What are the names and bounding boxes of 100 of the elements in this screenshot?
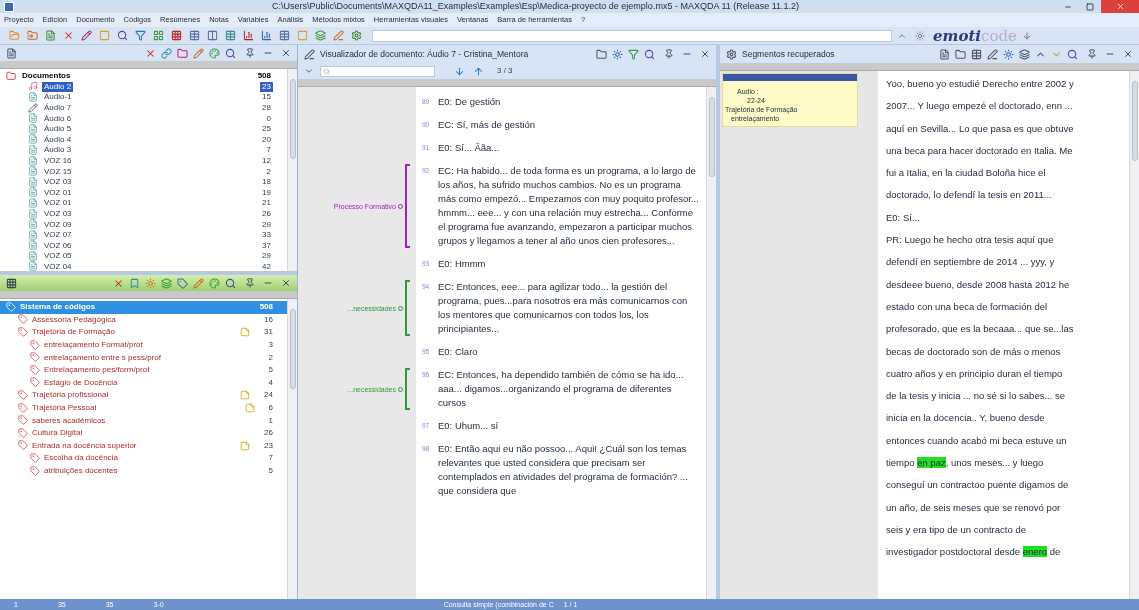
code-bracket[interactable] bbox=[405, 280, 410, 336]
count-label: 29 bbox=[261, 251, 272, 262]
memo-icon[interactable] bbox=[240, 440, 251, 451]
palette-icon[interactable] bbox=[206, 275, 222, 291]
palette-icon[interactable] bbox=[206, 45, 222, 61]
pencil-icon[interactable] bbox=[190, 275, 206, 291]
count-label: 19 bbox=[261, 187, 272, 198]
code-item[interactable]: entrelaçamento entre s pess/prof bbox=[44, 352, 161, 363]
sun-icon[interactable] bbox=[142, 275, 158, 291]
code-bracket[interactable] bbox=[405, 164, 410, 248]
layers-icon[interactable] bbox=[312, 27, 328, 44]
tree-item[interactable]: Documentos bbox=[20, 71, 73, 82]
tree-item[interactable]: VOZ 03 bbox=[42, 209, 74, 219]
tag-icon bbox=[18, 402, 29, 414]
tree-row[interactable]: entrelaçamento entre s pess/prof 2 bbox=[0, 351, 287, 364]
count-label: 7 bbox=[268, 453, 273, 464]
tree-item[interactable]: VOZ 03 bbox=[42, 177, 74, 188]
tree-row[interactable]: atribuições docentes 5 bbox=[0, 464, 287, 478]
code-item[interactable]: atribuições docentes bbox=[44, 466, 118, 476]
tree-item[interactable]: Audio 2 bbox=[42, 81, 74, 92]
memo-icon[interactable] bbox=[244, 403, 255, 414]
count-label: 15 bbox=[261, 92, 272, 103]
toolbar-field[interactable] bbox=[372, 29, 892, 42]
tree-item[interactable]: Áudio-1 bbox=[42, 92, 74, 103]
code-bracket[interactable] bbox=[405, 368, 410, 410]
tree-item[interactable]: VOZ 06 bbox=[42, 240, 74, 251]
scrollbar[interactable] bbox=[287, 299, 297, 599]
tree-row[interactable]: Assessoria Pedagógica 16 bbox=[0, 313, 287, 327]
code-item[interactable]: entrelaçamento Format/prof bbox=[44, 340, 143, 351]
sun-icon[interactable] bbox=[1000, 46, 1016, 62]
tree-row[interactable]: Trajetória Pessoal 6 bbox=[0, 401, 287, 415]
tree-item[interactable]: VOZ 05 bbox=[42, 251, 74, 262]
memo-icon[interactable] bbox=[240, 327, 251, 338]
tree-item[interactable]: Áudio 7 bbox=[42, 103, 74, 114]
code-item[interactable]: Trajetória de Formação bbox=[32, 327, 115, 338]
pencil-icon[interactable] bbox=[190, 45, 206, 61]
tree-item[interactable]: Áudio 4 bbox=[42, 134, 74, 145]
layers-icon[interactable] bbox=[158, 275, 174, 291]
count-label: 16 bbox=[264, 314, 273, 325]
text-line: conseguí un contractoo puente digamos de bbox=[886, 478, 1070, 493]
paragraph-text: E0: Hmmm bbox=[438, 257, 487, 271]
folder-icon bbox=[6, 70, 17, 82]
tag-icon bbox=[18, 440, 29, 452]
code-item[interactable]: saberes académicos bbox=[32, 415, 106, 426]
code-item[interactable]: Cultura Digital bbox=[32, 428, 83, 439]
hit-counter: 3 / 3 bbox=[497, 66, 513, 76]
app-icon bbox=[4, 1, 14, 12]
tree-item[interactable]: Áudio 6 bbox=[42, 113, 74, 124]
layers-icon[interactable] bbox=[1016, 46, 1032, 62]
sun-icon[interactable] bbox=[609, 46, 625, 62]
memo-icon[interactable] bbox=[240, 390, 251, 401]
text-line: defendí en septiembre de 2014 ... yyy, y bbox=[886, 255, 1056, 270]
count-label: 5 bbox=[268, 365, 273, 376]
count-label: 1 bbox=[268, 415, 273, 426]
count-label: 31 bbox=[264, 327, 273, 338]
tree-row[interactable]: Trajetória de Formação 31 bbox=[0, 326, 287, 339]
tag-icon[interactable] bbox=[174, 275, 190, 291]
code-item[interactable]: Escolha da docência bbox=[44, 453, 118, 464]
text-line: doctorado, lo defendí la tesis en 2011... bbox=[886, 188, 1053, 203]
tree-item[interactable]: VOZ 07 bbox=[42, 230, 74, 241]
count-label: 0 bbox=[265, 113, 272, 124]
code-item[interactable]: Entrada na docência superior bbox=[32, 440, 137, 451]
code-item[interactable]: Trajetória profissional bbox=[32, 390, 109, 401]
edit-icon[interactable] bbox=[984, 46, 1000, 62]
edit-icon[interactable] bbox=[330, 27, 346, 44]
tree-row[interactable]: Escolha da docência 7 bbox=[0, 452, 287, 465]
scrollbar[interactable] bbox=[706, 87, 716, 599]
count-label: 12 bbox=[261, 156, 272, 167]
scrollbar[interactable] bbox=[287, 69, 297, 271]
tree-row[interactable]: Entrelaçamento pes/form/prof 5 bbox=[0, 363, 287, 377]
window-title: C:\Users\Public\Documents\MAXQDA11_Examples\Examples\Esp\Medica-proyecto de ejemplo.mx5 - MAXQDA 11 (Release 11.1.2) bbox=[270, 1, 801, 12]
tree-row[interactable]: Cultura Digital 26 bbox=[0, 426, 287, 440]
tree-row[interactable]: Estágio de Docência 4 bbox=[0, 376, 287, 390]
tree-row[interactable]: saberes académicos 1 bbox=[0, 414, 287, 427]
tag-icon bbox=[18, 389, 29, 401]
tree-row[interactable]: entrelaçamento Format/prof 3 bbox=[0, 338, 287, 352]
tree-row[interactable]: Trajetória profissional 24 bbox=[0, 389, 287, 402]
tree-item[interactable]: VOZ 04 bbox=[42, 262, 74, 271]
code-item[interactable]: Trajetória Pessoal bbox=[32, 403, 97, 414]
tag-icon bbox=[30, 465, 41, 477]
code-item[interactable]: Entrelaçamento pes/form/prof bbox=[44, 365, 150, 376]
maximize-icon bbox=[1086, 2, 1094, 11]
tree-item[interactable]: VOZ 15 bbox=[42, 166, 74, 177]
count-label: 3 bbox=[268, 340, 273, 351]
tree-item[interactable]: VOZ 01 bbox=[42, 198, 74, 209]
logo: emoticode bbox=[933, 27, 1017, 44]
scrollbar[interactable] bbox=[1129, 71, 1139, 599]
tree-item[interactable]: Áudio 3 bbox=[42, 145, 74, 156]
link-icon[interactable] bbox=[158, 45, 174, 61]
code-item[interactable]: Estágio de Docência bbox=[44, 377, 118, 388]
tree-item[interactable]: Áudio 5 bbox=[42, 124, 74, 135]
code-item[interactable]: Assessoria Pedagógica bbox=[32, 314, 116, 325]
count-label: 2 bbox=[265, 166, 272, 177]
tree-row[interactable]: Entrada na docência superior 23 bbox=[0, 439, 287, 453]
edit-icon[interactable] bbox=[301, 46, 317, 62]
pencil-icon[interactable] bbox=[78, 27, 94, 44]
tree-item[interactable]: VOZ 09 bbox=[42, 219, 74, 230]
tree-item[interactable]: VOZ 01 bbox=[42, 187, 74, 198]
tree-item[interactable]: VOZ 16 bbox=[42, 156, 74, 167]
search-field[interactable] bbox=[320, 65, 435, 77]
